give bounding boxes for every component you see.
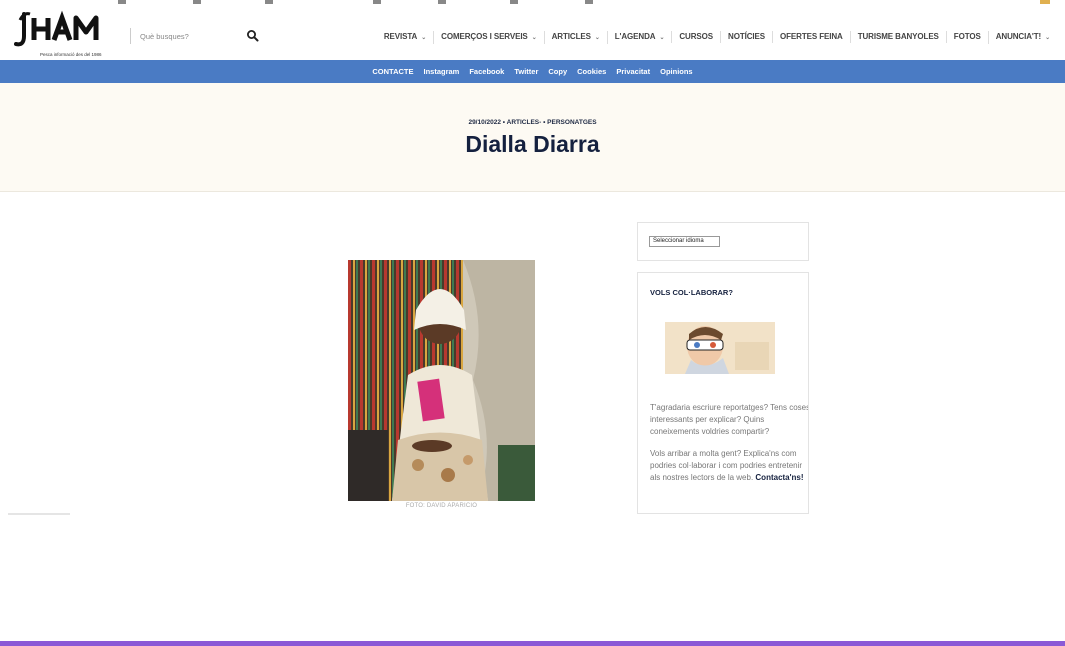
nav-item-ofertes-feina[interactable]: OFERTES FEINA <box>772 31 850 43</box>
article-photo <box>348 260 535 501</box>
article-meta: 29/10/2022 • ARTICLES- • PERSONATGES <box>468 119 597 126</box>
page-title: Dialla Diarra <box>465 131 600 157</box>
collaborate-text: T'agradaria escriure reportatges? Tens c… <box>650 402 809 494</box>
widget-title: VOLS COL·LABORAR? <box>650 288 733 297</box>
search-icon[interactable] <box>246 29 260 43</box>
nav-item-noticies[interactable]: NOTÍCIES <box>720 31 772 43</box>
nav-item-revista[interactable]: REVISTA ⌄ <box>377 31 433 44</box>
divider <box>130 28 131 44</box>
nav-item-turisme-banyoles[interactable]: TURISME BANYOLES <box>849 31 946 43</box>
search-input[interactable] <box>140 28 240 44</box>
chevron-down-icon: ⌄ <box>594 34 600 41</box>
subnav-twitter[interactable]: Twitter <box>509 67 543 76</box>
nav-label: ARTICLES <box>551 31 591 41</box>
article-hero: 29/10/2022 • ARTICLES- • PERSONATGES Dia… <box>0 83 1065 192</box>
chevron-down-icon: ⌄ <box>1045 34 1050 41</box>
nav-label: REVISTA <box>383 31 418 41</box>
nav-item-cursos[interactable]: CURSOS <box>671 31 720 43</box>
nav-item-agenda[interactable]: L'AGENDA ⌄ <box>606 30 672 44</box>
chevron-down-icon: ⌄ <box>421 34 427 41</box>
nav-item-comercos[interactable]: COMERÇOS I SERVEIS ⌄ <box>433 30 543 44</box>
subnav-opinions[interactable]: Opinions <box>655 67 698 76</box>
nav-label: COMERÇOS I SERVEIS <box>441 31 528 41</box>
bottom-accent-bar <box>0 641 1065 646</box>
collaborate-widget: VOLS COL·LABORAR? T'agradaria escriure r… <box>637 272 809 514</box>
nav-label: L'AGENDA <box>614 31 656 41</box>
contact-link[interactable]: Contacta'ns! <box>755 473 803 482</box>
subnav-cookies[interactable]: Cookies <box>572 67 611 76</box>
logo-tagline: Pesca informació des del 1986 <box>40 52 102 57</box>
subnav-privacitat[interactable]: Privacitat <box>611 67 655 76</box>
subnav-copy[interactable]: Copy <box>543 67 572 76</box>
language-select[interactable]: Seleccionar idioma <box>649 236 720 247</box>
collaborate-illustration <box>665 322 775 374</box>
secondary-navigation: CONTACTE Instagram Facebook Twitter Copy… <box>0 60 1065 83</box>
collaborate-paragraph: T'agradaria escriure reportatges? Tens c… <box>650 403 809 436</box>
photo-caption: FOTO: DAVID APARICIO <box>405 503 478 509</box>
site-header: Pesca informació des del 1986 REVISTA⌄ C… <box>0 6 1065 60</box>
collaborate-paragraph: Vols arribar a molta gent? Explica'ns co… <box>650 448 808 484</box>
subnav-contacte[interactable]: CONTACTE <box>367 67 418 76</box>
chevron-down-icon: ⌄ <box>659 34 665 41</box>
nav-item-fotos[interactable]: FOTOS <box>945 31 988 43</box>
divider <box>8 513 70 515</box>
language-widget: Seleccionar idioma <box>637 222 809 261</box>
nav-label: ANUNCIA'T! <box>995 31 1042 41</box>
subnav-instagram[interactable]: Instagram <box>418 67 464 76</box>
main-navigation: REVISTA ⌄ COMERÇOS I SERVEIS ⌄ ARTICLES ⌄ L… <box>377 30 1057 44</box>
nav-item-anunciat[interactable]: ANUNCIA'T! ⌄ <box>987 30 1057 44</box>
subnav-facebook[interactable]: Facebook <box>464 67 509 76</box>
nav-item-articles[interactable]: ARTICLES ⌄ <box>543 30 607 44</box>
chevron-down-icon: ⌄ <box>531 34 537 41</box>
site-logo[interactable]: Pesca informació des del 1986 <box>14 10 114 58</box>
